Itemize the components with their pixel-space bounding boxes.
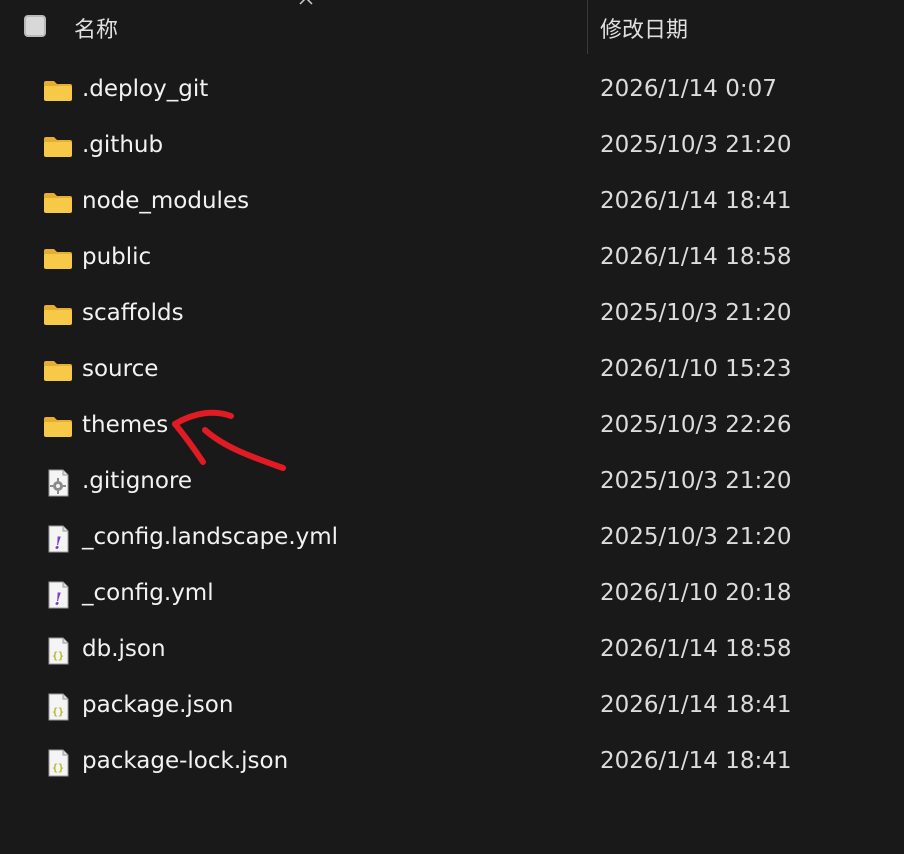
file-date-modified: 2026/1/14 18:58: [600, 636, 792, 662]
svg-text:{}: {}: [52, 763, 64, 774]
file-date-modified: 2026/1/14 18:41: [600, 748, 792, 774]
file-name[interactable]: themes: [82, 412, 168, 438]
json-file-icon: {}: [42, 692, 74, 722]
file-name[interactable]: .github: [82, 132, 163, 158]
folder-icon: [42, 412, 74, 442]
file-row[interactable]: {} db.json 2026/1/14 18:58: [0, 623, 904, 679]
file-date-modified: 2025/10/3 22:26: [600, 412, 792, 438]
file-row[interactable]: public 2026/1/14 18:58: [0, 231, 904, 287]
file-name[interactable]: .deploy_git: [82, 76, 208, 102]
file-row[interactable]: ! _config.landscape.yml 2025/10/3 21:20: [0, 511, 904, 567]
svg-text:{}: {}: [52, 651, 64, 662]
json-file-icon: {}: [42, 636, 74, 666]
file-name[interactable]: package-lock.json: [82, 748, 288, 774]
svg-text:!: !: [54, 534, 61, 554]
file-row[interactable]: {} package.json 2026/1/14 18:41: [0, 679, 904, 735]
file-row[interactable]: node_modules 2026/1/14 18:41: [0, 175, 904, 231]
file-date-modified: 2025/10/3 21:20: [600, 468, 792, 494]
folder-icon: [42, 356, 74, 386]
folder-icon: [42, 76, 74, 106]
file-date-modified: 2026/1/14 0:07: [600, 76, 777, 102]
file-date-modified: 2026/1/14 18:41: [600, 188, 792, 214]
file-row[interactable]: scaffolds 2025/10/3 21:20: [0, 287, 904, 343]
file-name[interactable]: package.json: [82, 692, 233, 718]
file-name[interactable]: node_modules: [82, 188, 249, 214]
file-date-modified: 2026/1/10 20:18: [600, 580, 792, 606]
file-row[interactable]: .deploy_git 2026/1/14 0:07: [0, 63, 904, 119]
file-date-modified: 2026/1/14 18:41: [600, 692, 792, 718]
file-date-modified: 2025/10/3 21:20: [600, 300, 792, 326]
column-divider[interactable]: [587, 0, 588, 54]
file-name[interactable]: .gitignore: [82, 468, 192, 494]
json-file-icon: {}: [42, 748, 74, 778]
file-date-modified: 2025/10/3 21:20: [600, 524, 792, 550]
folder-icon: [42, 244, 74, 274]
select-all-checkbox[interactable]: [24, 15, 46, 37]
yaml-file-icon: !: [42, 524, 74, 554]
file-name[interactable]: source: [82, 356, 158, 382]
column-header-date-modified[interactable]: 修改日期: [600, 12, 688, 44]
column-header-name[interactable]: 名称: [74, 12, 118, 44]
file-row[interactable]: source 2026/1/10 15:23: [0, 343, 904, 399]
file-name[interactable]: db.json: [82, 636, 166, 662]
yaml-file-icon: !: [42, 580, 74, 610]
file-date-modified: 2026/1/14 18:58: [600, 244, 792, 270]
folder-icon: [42, 188, 74, 218]
svg-text:!: !: [54, 590, 61, 610]
file-row[interactable]: .github 2025/10/3 21:20: [0, 119, 904, 175]
file-name[interactable]: public: [82, 244, 151, 270]
file-name[interactable]: scaffolds: [82, 300, 184, 326]
file-date-modified: 2026/1/10 15:23: [600, 356, 792, 382]
file-row[interactable]: .gitignore 2025/10/3 21:20: [0, 455, 904, 511]
file-date-modified: 2025/10/3 21:20: [600, 132, 792, 158]
file-name[interactable]: _config.yml: [82, 580, 214, 606]
file-row[interactable]: {} package-lock.json 2026/1/14 18:41: [0, 735, 904, 791]
sort-ascending-icon[interactable]: [298, 0, 314, 8]
svg-text:{}: {}: [52, 707, 64, 718]
file-list: .deploy_git 2026/1/14 0:07 .github 2025/10/…: [0, 63, 904, 791]
folder-icon: [42, 300, 74, 330]
file-row[interactable]: ! _config.yml 2026/1/10 20:18: [0, 567, 904, 623]
file-row[interactable]: themes 2025/10/3 22:26: [0, 399, 904, 455]
folder-icon: [42, 132, 74, 162]
column-header: 名称 修改日期: [0, 0, 904, 54]
settings-file-icon: [42, 468, 74, 498]
file-name[interactable]: _config.landscape.yml: [82, 524, 338, 550]
